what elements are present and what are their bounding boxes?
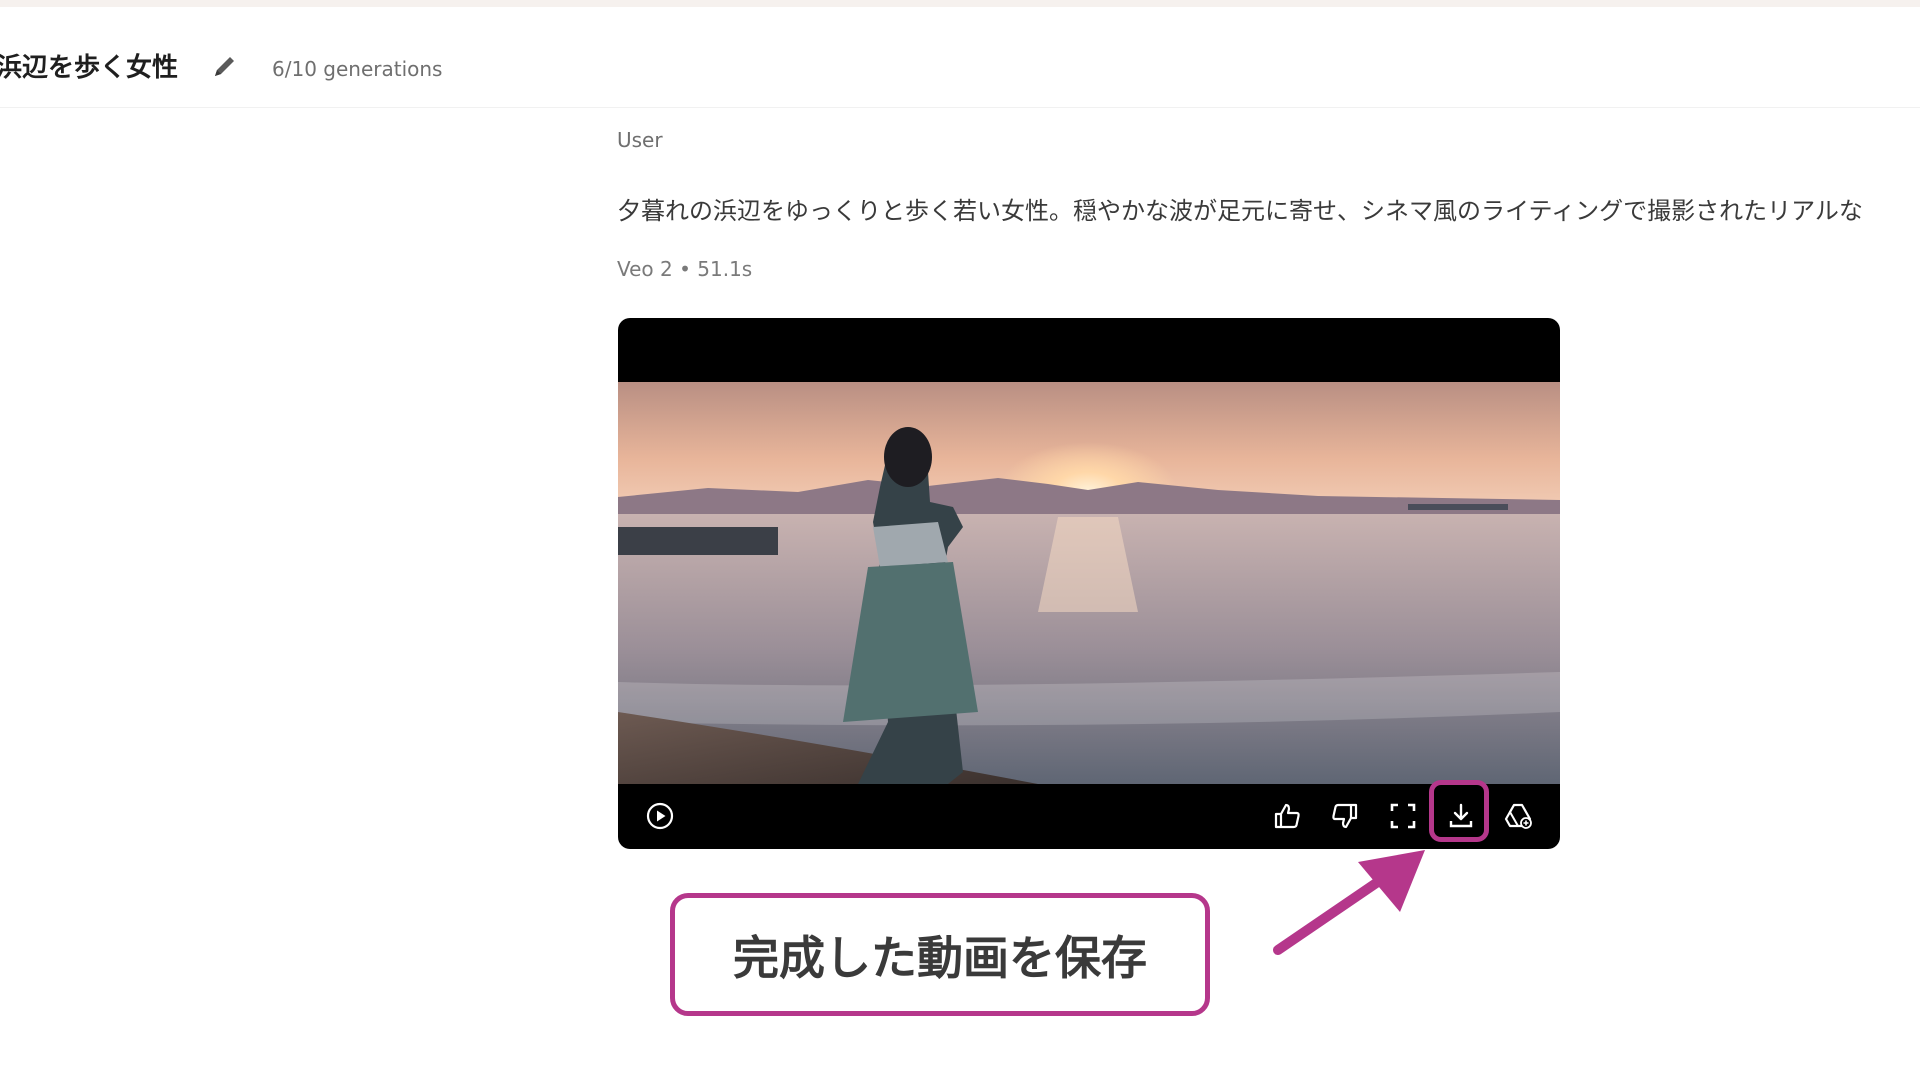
page: 浜辺を歩く女性 6/10 generations User 夕暮れの浜辺をゆっく… [0, 0, 1920, 1080]
save-to-drive-button[interactable] [1498, 796, 1538, 836]
fullscreen-button[interactable] [1383, 796, 1423, 836]
play-icon [646, 802, 674, 830]
edit-title-icon[interactable] [210, 51, 240, 81]
thumbs-up-button[interactable] [1267, 796, 1307, 836]
top-strip [0, 0, 1920, 7]
chat-header: 浜辺を歩く女性 6/10 generations [0, 7, 1920, 108]
generations-counter: 6/10 generations [272, 57, 443, 81]
fullscreen-icon [1390, 803, 1416, 829]
drive-save-icon [1504, 803, 1532, 829]
prompt-text: 夕暮れの浜辺をゆっくりと歩く若い女性。穏やかな波が足元に寄せ、シネマ風のライティ… [617, 197, 1863, 225]
thumbs-up-icon [1274, 803, 1300, 829]
model-meta: Veo 2 • 51.1s [617, 257, 753, 281]
thumbs-down-icon [1332, 803, 1358, 829]
annotation-arrow-icon [1273, 850, 1425, 955]
video-player[interactable] [618, 318, 1560, 849]
callout-text: 完成した動画を保存 [733, 930, 1147, 985]
play-button[interactable] [640, 796, 680, 836]
download-highlight-box [1429, 780, 1489, 842]
thumbs-down-button[interactable] [1325, 796, 1365, 836]
annotation-callout: 完成した動画を保存 [670, 893, 1210, 1016]
chat-title: 浜辺を歩く女性 [0, 53, 179, 83]
message-author: User [617, 128, 663, 152]
video-thumbnail [618, 382, 1560, 784]
